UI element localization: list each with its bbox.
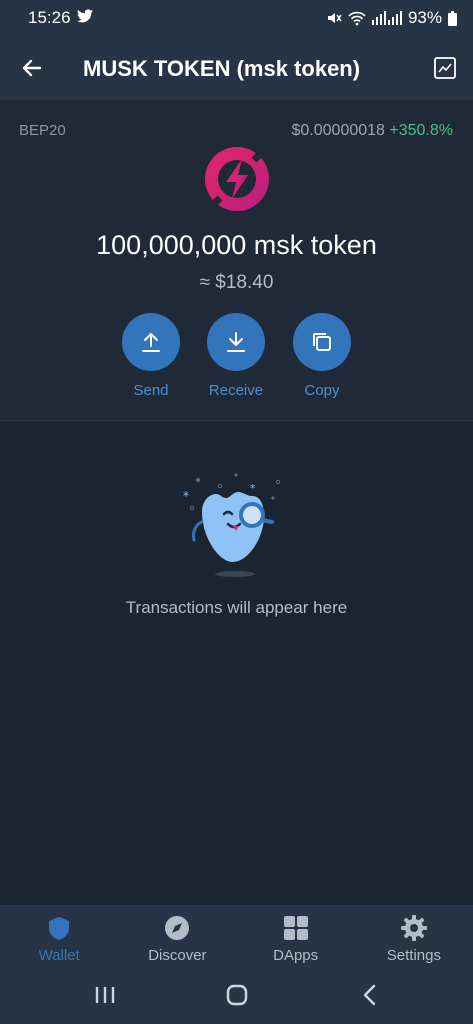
shield-icon [49,917,70,940]
send-circle[interactable] [122,313,180,371]
receive-circle[interactable] [207,313,265,371]
price-change: +350.8% [389,122,453,139]
nav-dapps[interactable]: DApps [237,905,355,969]
twitter-icon [76,8,93,28]
status-bar: 15:26 93% [0,0,473,36]
status-time: 15:26 [28,8,71,27]
empty-state-text: Transactions will appear here [125,598,348,617]
compass-icon [165,916,190,940]
status-left: 15:26 [28,8,93,28]
token-price: $0.00000018 [291,122,385,139]
copy-icon [313,333,331,351]
copy-circle[interactable] [293,313,351,371]
home-icon[interactable] [226,984,248,1011]
nav-discover[interactable]: Discover [118,905,236,969]
signal-icon [371,11,402,25]
back-icon[interactable] [360,984,380,1011]
gear-icon [400,915,427,941]
nav-settings[interactable]: Settings [355,905,473,969]
upload-icon [142,333,160,352]
receive-button[interactable]: Receive [196,313,276,399]
mute-icon [326,10,342,26]
token-header: BEP20 $0.00000018 +350.8% 100,000,000 ms… [0,100,473,420]
svg-text:*: * [250,482,256,495]
nav-settings-label: Settings [386,947,441,964]
battery-icon [448,10,457,26]
wifi-icon [348,10,366,26]
nav-wallet[interactable]: Wallet [0,905,118,969]
system-nav-bar [0,969,473,1024]
send-label: Send [133,382,169,399]
page-title: MUSK TOKEN (msk token) [83,56,361,81]
fiat-balance: ≈ $18.40 [199,272,274,293]
app-bar: MUSK TOKEN (msk token) [0,36,473,100]
receive-label: Receive [208,382,264,399]
price-row: $0.00000018 +350.8% [292,122,454,140]
divider [0,420,473,421]
empty-state-illustration-icon: * * [178,470,296,578]
recents-icon[interactable] [94,984,116,1011]
battery-text: 93% [407,8,442,27]
download-icon [227,332,245,352]
status-right: 93% [326,8,457,28]
chart-icon[interactable] [433,56,457,80]
copy-button[interactable]: Copy [282,313,362,399]
bottom-nav: Wallet Discover DApps Settings [0,905,473,969]
nav-dapps-label: DApps [273,947,319,964]
grid-icon [283,916,308,940]
back-arrow-icon[interactable] [18,54,46,82]
network-label: BEP20 [19,122,66,139]
send-button[interactable]: Send [111,313,191,399]
token-logo-icon [202,144,272,214]
svg-text:*: * [183,489,189,503]
nav-wallet-label: Wallet [38,947,80,964]
nav-discover-label: Discover [148,947,207,964]
token-balance: 100,000,000 msk token [96,230,377,260]
copy-label: Copy [304,382,340,399]
